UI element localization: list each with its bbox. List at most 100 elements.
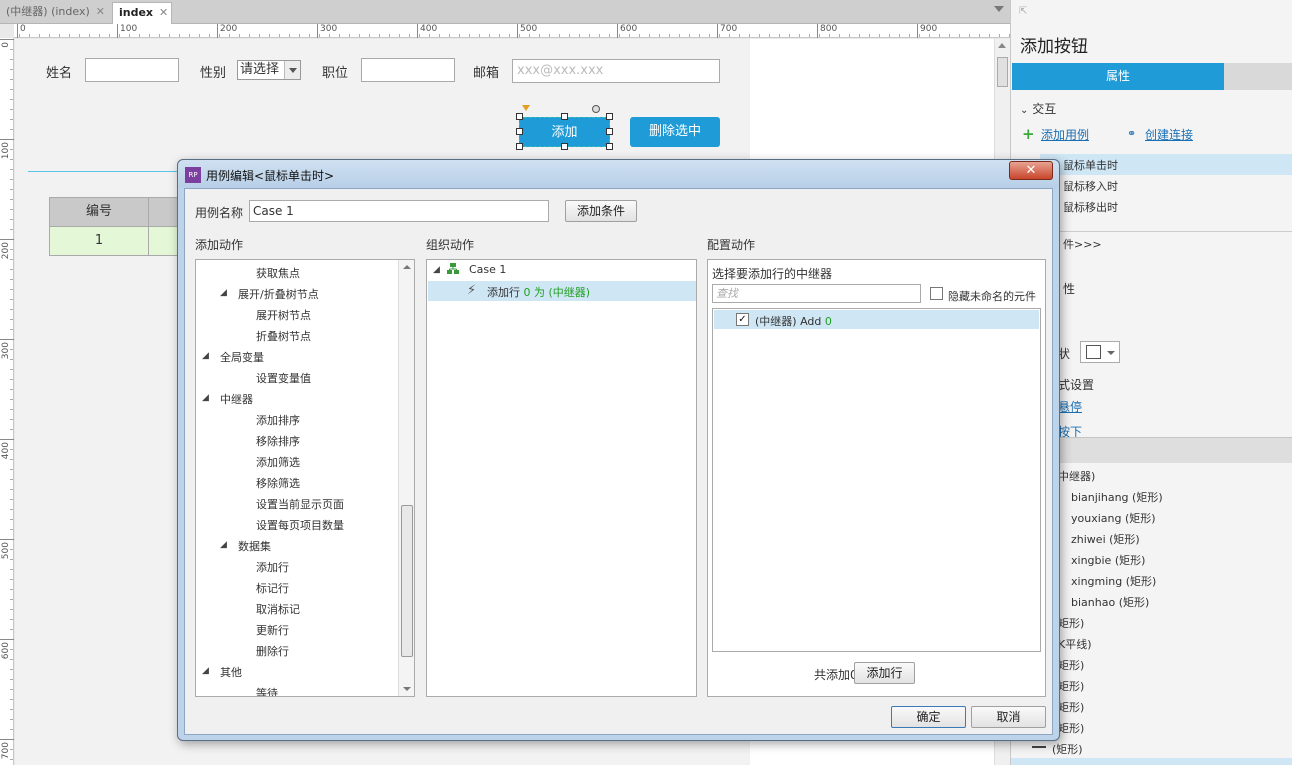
resize-handle[interactable] (606, 128, 613, 135)
close-icon[interactable]: ✕ (1009, 161, 1053, 180)
rotate-handle[interactable] (592, 105, 600, 113)
hover-style-link[interactable]: 悬停 (1058, 398, 1082, 415)
outline-item[interactable]: bianhao (矩形) (1071, 594, 1149, 610)
outline-item[interactable]: zhiwei (矩形) (1071, 531, 1140, 547)
create-link-link[interactable]: 创建连接 (1145, 126, 1193, 143)
outline-item[interactable]: xingming (矩形) (1071, 573, 1156, 589)
event-on-mouse-leave[interactable]: 鼠标移出时 (1063, 199, 1118, 215)
outline-item[interactable]: 矩形) (1058, 657, 1084, 673)
ruler-tick: 700 (717, 24, 737, 38)
action-tree-item[interactable]: 设置每页项目数量 (256, 517, 344, 533)
scroll-up-icon[interactable] (998, 43, 1006, 48)
tab-repeater-index[interactable]: (中继器) (index) ✕ (0, 2, 112, 24)
action-tree-item[interactable]: 添加行 (256, 559, 289, 575)
collapse-triangle-icon[interactable]: ◢ (220, 288, 227, 298)
outline-item[interactable]: 矩形) (1058, 615, 1084, 631)
event-on-mouse-enter[interactable]: 鼠标移入时 (1063, 178, 1118, 194)
outline-item[interactable]: 矩形) (1058, 678, 1084, 694)
tab-list-dropdown-icon[interactable] (994, 6, 1004, 12)
selected-outline-item[interactable] (1011, 758, 1292, 765)
delete-selected-button[interactable]: 删除选中 (630, 117, 720, 147)
action-tree-item[interactable]: 展开树节点 (256, 307, 311, 323)
more-events-link[interactable]: 件>>> (1063, 236, 1102, 252)
outline-item[interactable]: youxiang (矩形) (1071, 510, 1156, 526)
collapse-triangle-icon[interactable]: ◢ (202, 393, 209, 403)
divider (1040, 231, 1292, 232)
action-tree-item[interactable]: 添加排序 (256, 412, 300, 428)
shape-picker[interactable] (1080, 341, 1120, 363)
tab-style[interactable] (1224, 63, 1292, 90)
action-node[interactable]: 添加行 0 为 (中继器) (487, 284, 590, 300)
tab-index[interactable]: index ✕ (112, 2, 172, 25)
action-tree-item[interactable]: 数据集 (238, 538, 271, 554)
outline-item[interactable]: xingbie (矩形) (1071, 552, 1145, 568)
ok-button[interactable]: 确定 (891, 706, 966, 728)
outline-item[interactable]: 矩形) (1058, 720, 1084, 736)
hide-unnamed-checkbox[interactable] (930, 287, 943, 300)
collapse-panel-icon[interactable]: ⇱ (1019, 6, 1027, 17)
add-row-button[interactable]: 添加行 (854, 662, 915, 684)
outline-item[interactable]: (矩形) (1052, 741, 1083, 757)
action-tree-item[interactable]: 其他 (220, 664, 242, 680)
position-field[interactable] (361, 58, 455, 82)
close-tab-icon[interactable]: ✕ (96, 5, 105, 18)
email-field[interactable]: xxx@xxx.xxx (512, 59, 720, 83)
gender-select[interactable]: 请选择 (237, 60, 301, 80)
action-tree-item[interactable]: 添加筛选 (256, 454, 300, 470)
action-tree-item[interactable]: 等待 (256, 685, 278, 696)
resize-handle[interactable] (606, 143, 613, 150)
collapse-triangle-icon[interactable]: ◢ (433, 265, 440, 275)
close-tab-icon[interactable]: ✕ (159, 6, 168, 19)
action-tree-item[interactable]: 展开/折叠树节点 (238, 286, 319, 302)
action-tree-item[interactable]: 折叠树节点 (256, 328, 311, 344)
action-tree-item[interactable]: 标记行 (256, 580, 289, 596)
outline-item[interactable]: K平线) (1058, 636, 1092, 652)
resize-handle[interactable] (516, 143, 523, 150)
dialog-titlebar[interactable]: RP 用例编辑<鼠标单击时> ✕ (178, 160, 1059, 188)
repeater-checkbox[interactable]: ✓ (736, 313, 749, 326)
shape-swatch (1086, 345, 1101, 359)
event-on-click[interactable]: 鼠标单击时 (1063, 157, 1118, 173)
action-tree-item[interactable]: 取消标记 (256, 601, 300, 617)
scroll-down-icon[interactable] (403, 687, 411, 691)
collapse-triangle-icon[interactable]: ◢ (202, 666, 209, 676)
resize-handle[interactable] (561, 143, 568, 150)
search-field[interactable]: 查找 (712, 284, 921, 303)
action-tree-item[interactable]: 获取焦点 (256, 265, 300, 281)
interaction-section-header[interactable]: ⌄ 交互 (1020, 100, 1056, 117)
grid-cell (149, 227, 179, 256)
resize-handle[interactable] (516, 113, 523, 120)
action-tree-item[interactable]: 全局变量 (220, 349, 264, 365)
scroll-up-icon[interactable] (403, 265, 411, 269)
action-tree-item[interactable]: 设置当前显示页面 (256, 496, 344, 512)
resize-handle[interactable] (516, 128, 523, 135)
action-tree-item[interactable]: 移除排序 (256, 433, 300, 449)
case-name-field[interactable]: Case 1 (249, 200, 549, 222)
scroll-thumb[interactable] (401, 505, 413, 657)
repeater-list: ✓ (中继器) Add 0 (712, 308, 1041, 652)
collapse-triangle-icon[interactable]: ◢ (202, 351, 209, 361)
name-field[interactable] (85, 58, 179, 82)
repeater-item[interactable]: (中继器) Add 0 (755, 313, 832, 329)
action-tree-scrollbar[interactable] (398, 260, 414, 696)
action-tree-item[interactable]: 中继器 (220, 391, 253, 407)
action-tree-item[interactable]: 移除筛选 (256, 475, 300, 491)
tab-properties[interactable]: 属性 (1012, 63, 1224, 90)
cancel-button[interactable]: 取消 (971, 706, 1046, 728)
add-case-link[interactable]: 添加用例 (1041, 126, 1089, 143)
resize-handle[interactable] (561, 113, 568, 120)
outline-item[interactable]: bianjihang (矩形) (1071, 489, 1163, 505)
ruler-tick: 800 (817, 24, 837, 38)
scroll-thumb[interactable] (997, 57, 1008, 87)
resize-handle[interactable] (606, 113, 613, 120)
outline-item[interactable]: 中继器) (1058, 468, 1095, 484)
corner-radius-handle[interactable] (522, 105, 530, 111)
action-tree-item[interactable]: 删除行 (256, 643, 289, 659)
widget-name[interactable]: 添加按钮 (1020, 32, 1088, 57)
action-tree-item[interactable]: 更新行 (256, 622, 289, 638)
add-condition-button[interactable]: 添加条件 (565, 200, 637, 222)
case-node[interactable]: Case 1 (469, 263, 506, 276)
outline-item[interactable]: 矩形) (1058, 699, 1084, 715)
action-tree-item[interactable]: 设置变量值 (256, 370, 311, 386)
collapse-triangle-icon[interactable]: ◢ (220, 540, 227, 550)
